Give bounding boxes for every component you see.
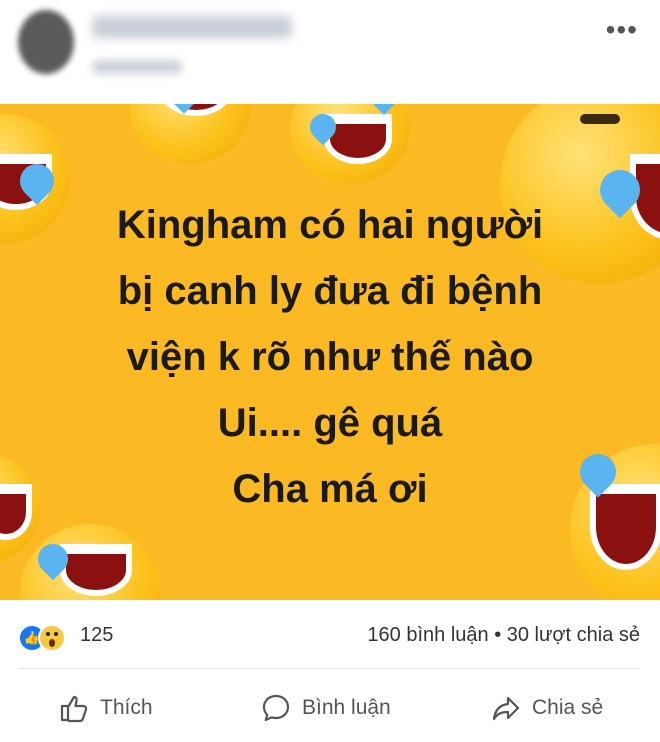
comment-label: Bình luận xyxy=(302,696,391,719)
post-text-line: Ui.... gê quá xyxy=(217,401,443,445)
post-text-line: Cha má ơi xyxy=(232,467,428,511)
post-text: Kingham có hai người bị canh ly đưa đi b… xyxy=(0,192,660,522)
comment-icon xyxy=(262,694,290,722)
post-text-line: bị canh ly đưa đi bệnh xyxy=(117,269,543,313)
thumbs-up-icon xyxy=(60,695,88,723)
post-image[interactable]: Kingham có hai người bị canh ly đưa đi b… xyxy=(0,104,660,600)
wow-icon xyxy=(38,624,66,652)
share-icon xyxy=(492,696,520,721)
comment-button[interactable]: Bình luận xyxy=(260,688,391,728)
post-header: ••• xyxy=(0,0,660,104)
post-actions: Thích Bình luận Chia sẻ xyxy=(0,680,660,736)
post-stats: 👍 125 160 bình luận • 30 lượt chia sẻ xyxy=(0,600,660,668)
comments-shares-count[interactable]: 160 bình luận • 30 lượt chia sẻ xyxy=(367,624,640,647)
like-button[interactable]: Thích xyxy=(58,688,153,728)
avatar-blurred[interactable] xyxy=(18,10,74,74)
like-label: Thích xyxy=(100,696,153,719)
post-text-line: Kingham có hai người xyxy=(116,203,544,247)
reaction-count[interactable]: 125 xyxy=(80,624,113,647)
post-time-blurred xyxy=(92,60,182,74)
more-dots-icon[interactable]: ••• xyxy=(606,14,638,46)
reaction-icons[interactable]: 👍 xyxy=(18,624,74,652)
share-label: Chia sẻ xyxy=(532,696,604,719)
laughing-emoji-icon xyxy=(130,104,250,164)
author-name-blurred[interactable] xyxy=(92,16,292,38)
divider xyxy=(20,668,640,669)
share-button[interactable]: Chia sẻ xyxy=(490,688,603,728)
laughing-emoji-icon xyxy=(20,524,160,600)
post-text-line: viện k rõ như thế nào xyxy=(126,335,534,379)
laughing-emoji-icon xyxy=(290,104,410,184)
